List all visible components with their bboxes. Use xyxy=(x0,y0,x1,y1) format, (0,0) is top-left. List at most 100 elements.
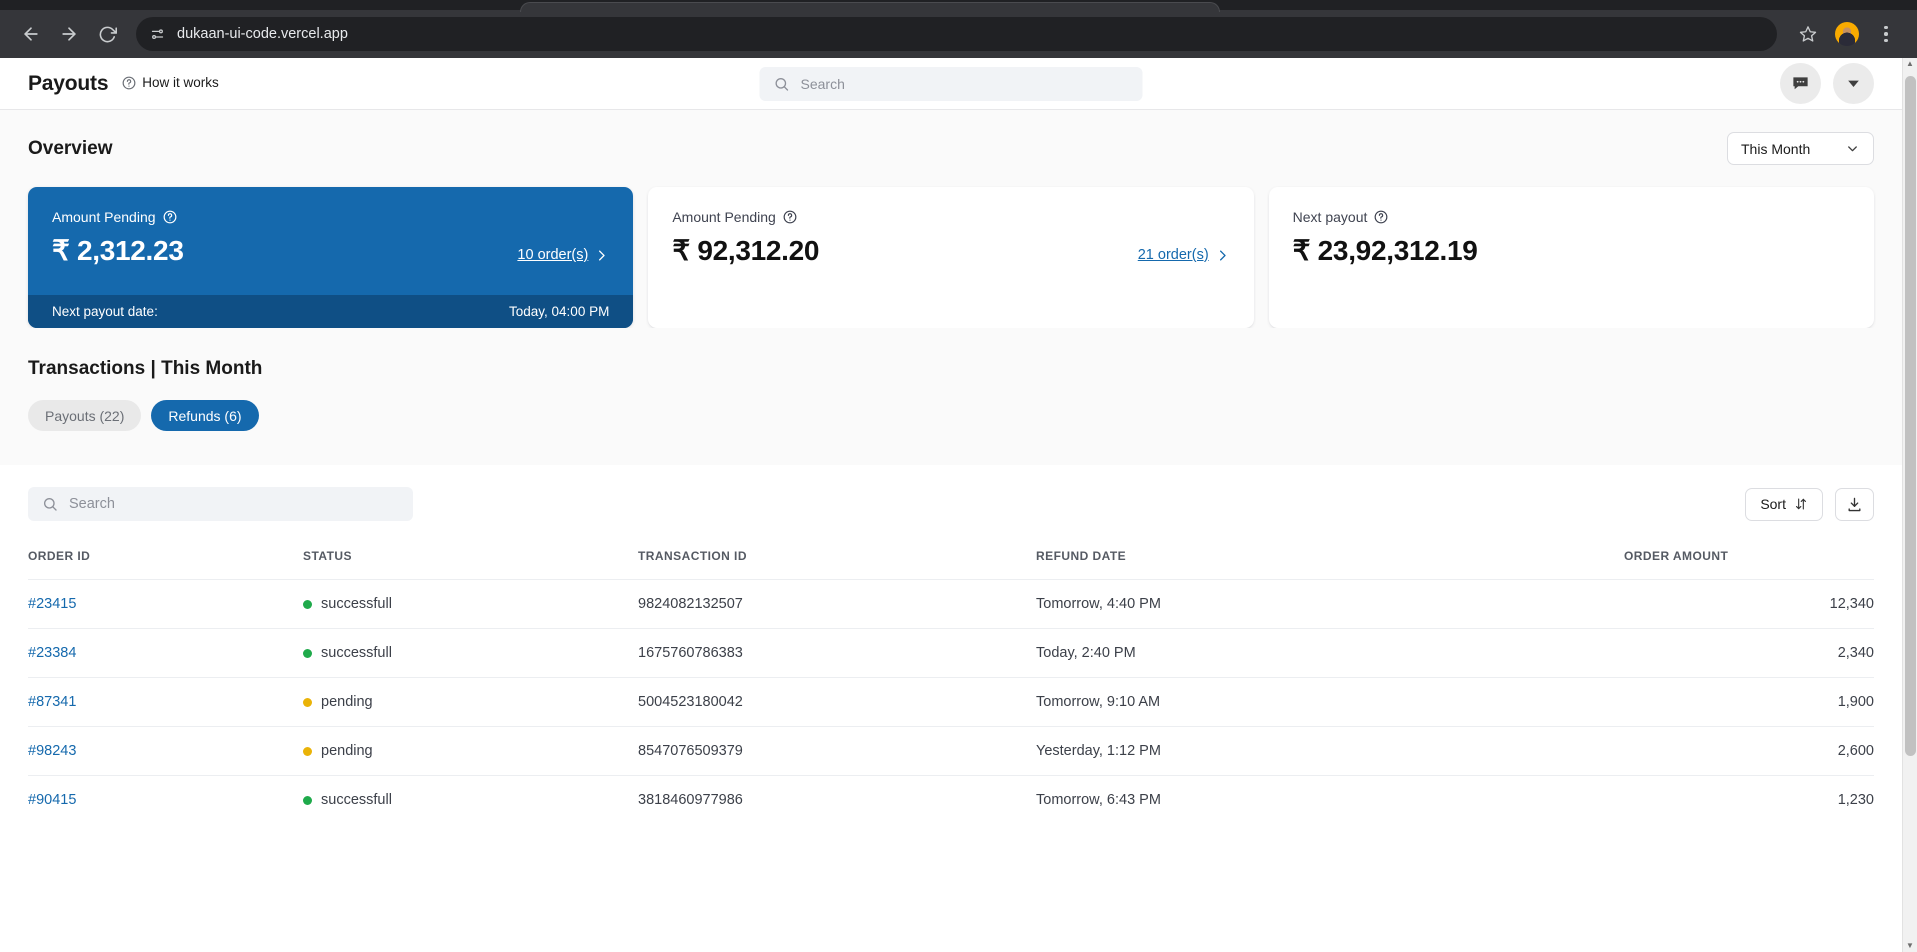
transactions-title: Transactions | This Month xyxy=(28,358,1874,380)
cell-order-id: #98243 xyxy=(28,727,303,776)
browser-tab[interactable] xyxy=(520,2,1220,12)
cell-order-amount: 1,230 xyxy=(1624,776,1874,825)
global-search-placeholder: Search xyxy=(801,76,845,92)
card-label-group: Amount Pending xyxy=(672,209,1229,225)
sort-button-label: Sort xyxy=(1760,496,1786,512)
page-scrollbar[interactable]: ▲ ▼ xyxy=(1902,58,1917,952)
page-viewport: Payouts How it works Search xyxy=(0,58,1917,952)
order-id-link[interactable]: #90415 xyxy=(28,792,76,808)
transactions-table-panel: Search Sort xyxy=(0,465,1902,952)
chevron-right-icon xyxy=(594,248,609,263)
card-amount: ₹ 23,92,312.19 xyxy=(1293,233,1478,268)
help-circle-icon[interactable] xyxy=(1374,210,1388,224)
card-amount-row: ₹ 92,312.20 21 order(s) xyxy=(672,233,1229,268)
help-circle-icon[interactable] xyxy=(783,210,797,224)
order-id-link[interactable]: #98243 xyxy=(28,743,76,759)
scrollbar-track[interactable] xyxy=(1903,68,1917,942)
card-orders-link[interactable]: 21 order(s) xyxy=(1138,247,1230,268)
how-it-works-label: How it works xyxy=(142,75,219,90)
cell-transaction-id: 1675760786383 xyxy=(638,629,1036,678)
column-header-transaction-id[interactable]: TRANSACTION ID xyxy=(638,543,1036,580)
cell-refund-date: Yesterday, 1:12 PM xyxy=(1036,727,1624,776)
status-label: successfull xyxy=(321,792,392,808)
back-icon[interactable] xyxy=(14,17,48,51)
table-toolbar-actions: Sort xyxy=(1745,488,1874,521)
table-search-placeholder: Search xyxy=(69,496,115,512)
bookmark-star-icon[interactable] xyxy=(1791,17,1825,51)
address-bar-url: dukaan-ui-code.vercel.app xyxy=(177,26,348,42)
address-bar[interactable]: dukaan-ui-code.vercel.app xyxy=(136,17,1777,51)
profile-avatar[interactable] xyxy=(1835,22,1859,46)
cell-transaction-id: 3818460977986 xyxy=(638,776,1036,825)
web-page: Payouts How it works Search xyxy=(0,58,1902,952)
cell-status: successfull xyxy=(303,580,638,629)
card-amount: ₹ 2,312.23 xyxy=(52,233,184,268)
summary-card-next-payout[interactable]: Next payout ₹ 23,92,312.19 xyxy=(1269,187,1874,328)
column-header-order-amount[interactable]: ORDER AMOUNT xyxy=(1624,543,1874,580)
table-row[interactable]: #23415 successfull 9824082132507 Tomorro… xyxy=(28,580,1874,629)
help-circle-icon[interactable] xyxy=(163,210,177,224)
browser-toolbar: dukaan-ui-code.vercel.app xyxy=(0,10,1917,58)
card-amount-row: ₹ 2,312.23 10 order(s) xyxy=(52,233,609,268)
chat-button[interactable] xyxy=(1780,63,1821,104)
order-id-link[interactable]: #23415 xyxy=(28,596,76,612)
period-select[interactable]: This Month xyxy=(1727,132,1874,165)
table-head: ORDER ID STATUS TRANSACTION ID REFUND DA… xyxy=(28,543,1874,580)
global-search-input[interactable]: Search xyxy=(760,67,1143,101)
site-info-icon[interactable] xyxy=(150,27,165,42)
order-id-link[interactable]: #23384 xyxy=(28,645,76,661)
chat-bubble-icon xyxy=(1791,74,1810,93)
column-header-status[interactable]: STATUS xyxy=(303,543,638,580)
card-footer: Next payout date: Today, 04:00 PM xyxy=(28,295,633,328)
table-row[interactable]: #23384 successfull 1675760786383 Today, … xyxy=(28,629,1874,678)
next-payout-date-value: Today, 04:00 PM xyxy=(509,304,609,319)
cell-transaction-id: 8547076509379 xyxy=(638,727,1036,776)
download-button[interactable] xyxy=(1835,488,1874,521)
reload-icon[interactable] xyxy=(90,17,124,51)
cell-status: pending xyxy=(303,678,638,727)
status-label: pending xyxy=(321,743,373,759)
scroll-up-icon[interactable]: ▲ xyxy=(1906,60,1914,68)
transactions-section: Transactions | This Month Payouts (22) R… xyxy=(0,328,1902,465)
card-amount: ₹ 92,312.20 xyxy=(672,233,819,268)
tab-refunds[interactable]: Refunds (6) xyxy=(151,400,258,431)
page-content: Overview This Month xyxy=(0,110,1902,952)
table-toolbar: Search Sort xyxy=(28,487,1874,521)
cell-status: successfull xyxy=(303,776,638,825)
card-orders-label: 21 order(s) xyxy=(1138,247,1209,263)
cell-transaction-id: 5004523180042 xyxy=(638,678,1036,727)
card-body: Next payout ₹ 23,92,312.19 xyxy=(1269,187,1874,328)
browser-menu-icon[interactable] xyxy=(1869,17,1903,51)
sort-button[interactable]: Sort xyxy=(1745,488,1823,521)
scrollbar-thumb[interactable] xyxy=(1905,76,1916,756)
download-icon xyxy=(1846,496,1863,513)
cell-order-id: #90415 xyxy=(28,776,303,825)
tab-payouts[interactable]: Payouts (22) xyxy=(28,400,141,431)
how-it-works-link[interactable]: How it works xyxy=(122,75,219,90)
cell-transaction-id: 9824082132507 xyxy=(638,580,1036,629)
forward-icon[interactable] xyxy=(52,17,86,51)
column-header-order-id[interactable]: ORDER ID xyxy=(28,543,303,580)
card-label-text: Next payout xyxy=(1293,209,1368,225)
status-label: pending xyxy=(321,694,373,710)
summary-card-amount-pending[interactable]: Amount Pending ₹ 92,312.20 21 order(s) xyxy=(648,187,1253,328)
cell-order-amount: 2,340 xyxy=(1624,629,1874,678)
chevron-right-icon xyxy=(1215,248,1230,263)
table-row[interactable]: #90415 successfull 3818460977986 Tomorro… xyxy=(28,776,1874,825)
overview-header: Overview This Month xyxy=(28,132,1874,165)
chevron-down-icon xyxy=(1845,141,1860,156)
order-id-link[interactable]: #87341 xyxy=(28,694,76,710)
scroll-down-icon[interactable]: ▼ xyxy=(1906,942,1914,950)
column-header-refund-date[interactable]: REFUND DATE xyxy=(1036,543,1624,580)
table-row[interactable]: #98243 pending 8547076509379 Yesterday, … xyxy=(28,727,1874,776)
table-row[interactable]: #87341 pending 5004523180042 Tomorrow, 9… xyxy=(28,678,1874,727)
tab-refunds-label: Refunds (6) xyxy=(168,408,241,424)
summary-card-amount-pending-primary[interactable]: Amount Pending ₹ 2,312.23 10 order(s) xyxy=(28,187,633,328)
card-orders-link[interactable]: 10 order(s) xyxy=(517,247,609,268)
status-dot xyxy=(303,600,312,609)
account-dropdown-button[interactable] xyxy=(1833,63,1874,104)
card-orders-label: 10 order(s) xyxy=(517,247,588,263)
card-label-group: Amount Pending xyxy=(52,209,609,225)
overview-section: Overview This Month xyxy=(0,110,1902,328)
table-search-input[interactable]: Search xyxy=(28,487,413,521)
